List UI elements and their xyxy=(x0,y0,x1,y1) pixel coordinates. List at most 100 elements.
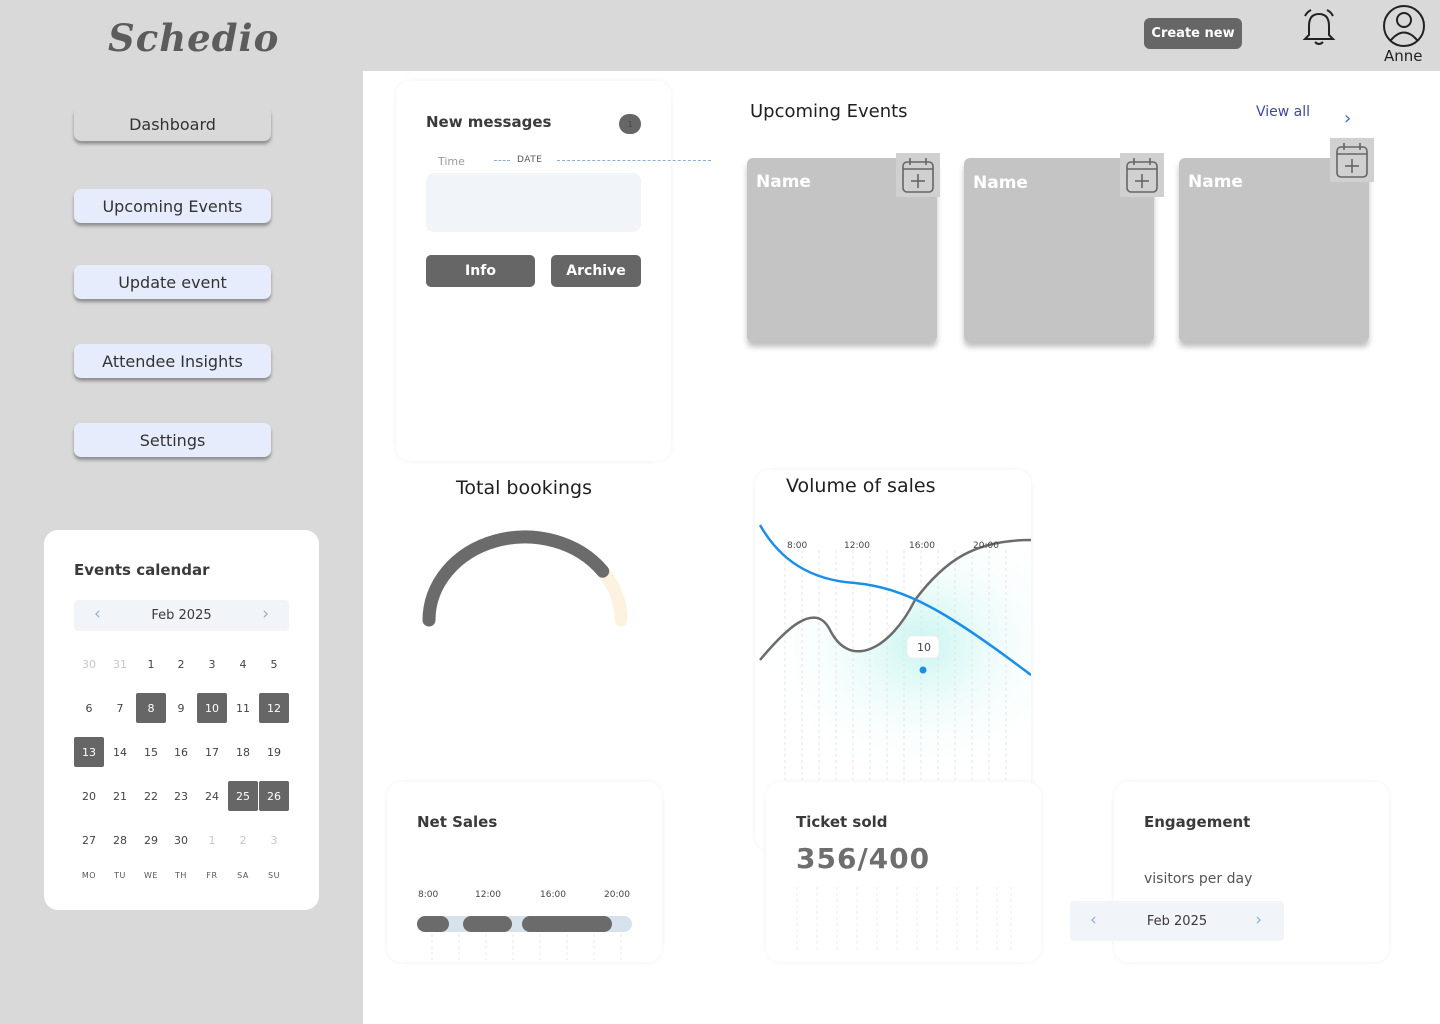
user-avatar-icon[interactable] xyxy=(1381,3,1427,49)
calendar-day[interactable]: 17 xyxy=(197,737,227,767)
divider xyxy=(494,160,510,161)
chart-point xyxy=(919,666,927,674)
engagement-month-switcher: ‹ Feb 2025 › xyxy=(1070,901,1284,941)
gauge-fill xyxy=(422,530,610,627)
info-button[interactable]: Info xyxy=(426,255,535,287)
calendar-day[interactable]: 3 xyxy=(197,649,227,679)
sales-tick-label: 12:00 xyxy=(844,541,870,551)
archive-button[interactable]: Archive xyxy=(551,255,641,287)
calendar-day[interactable]: 27 xyxy=(74,825,104,855)
net-sales-tick-label: 8:00 xyxy=(418,890,439,900)
sales-tick-label: 20:00 xyxy=(973,541,999,551)
calendar-day[interactable]: 2 xyxy=(166,649,196,679)
sales-tick-label: 8:00 xyxy=(787,541,808,551)
add-to-calendar-icon[interactable] xyxy=(1330,138,1374,182)
view-all-link[interactable]: View all xyxy=(1256,104,1310,120)
calendar-day[interactable]: 26 xyxy=(259,781,289,811)
calendar-month-label: Feb 2025 xyxy=(151,608,212,623)
net-sales-title: Net Sales xyxy=(417,813,498,831)
net-sales-bar xyxy=(417,916,449,932)
net-sales-tick-label: 12:00 xyxy=(475,890,501,900)
calendar-day[interactable]: 4 xyxy=(228,649,258,679)
create-new-button[interactable]: Create new xyxy=(1144,18,1242,49)
calendar-day[interactable]: 2 xyxy=(228,825,258,855)
event-name: Name xyxy=(756,172,811,192)
net-sales-bar xyxy=(522,916,612,932)
calendar-day[interactable]: 15 xyxy=(136,737,166,767)
calendar-weekday-label: SA xyxy=(237,871,249,880)
calendar-day[interactable]: 7 xyxy=(105,693,135,723)
calendar-weekday-label: WE xyxy=(144,871,158,880)
chevron-left-icon[interactable]: ‹ xyxy=(1090,910,1097,930)
calendar-weekday-label: TU xyxy=(114,871,126,880)
calendar-day[interactable]: 30 xyxy=(74,649,104,679)
calendar-day[interactable]: 1 xyxy=(197,825,227,855)
net-sales-bar xyxy=(463,916,512,932)
top-bar xyxy=(363,0,1440,71)
calendar-day[interactable]: 10 xyxy=(197,693,227,723)
calendar-day[interactable]: 5 xyxy=(259,649,289,679)
bell-icon[interactable] xyxy=(1299,8,1339,48)
sidebar-item-dashboard[interactable]: Dashboard xyxy=(74,107,271,141)
calendar-day[interactable]: 20 xyxy=(74,781,104,811)
events-calendar-card: Events calendar ‹ Feb 2025 › 30 31 1 2 3 4 5 6 7… xyxy=(44,530,319,910)
message-preview-box[interactable] xyxy=(426,173,641,232)
chevron-left-icon[interactable]: ‹ xyxy=(94,604,101,624)
engagement-month-label: Feb 2025 xyxy=(1146,913,1208,929)
calendar-day[interactable]: 8 xyxy=(136,693,166,723)
calendar-weekday-label: TH xyxy=(175,871,187,880)
calendar-month-switcher: ‹ Feb 2025 › xyxy=(74,600,289,631)
total-bookings-title: Total bookings xyxy=(456,477,593,499)
calendar-weekday-label: SU xyxy=(268,871,280,880)
bookings-gauge xyxy=(422,530,628,627)
sidebar-item-upcoming-events[interactable]: Upcoming Events xyxy=(74,189,271,223)
upcoming-events-title: Upcoming Events xyxy=(750,101,908,122)
calendar-day[interactable]: 18 xyxy=(228,737,258,767)
calendar-day[interactable]: 19 xyxy=(259,737,289,767)
event-card[interactable]: Name xyxy=(1179,158,1369,342)
ticket-sold-card: Ticket sold 356/400 xyxy=(766,782,1041,962)
message-count-badge: 1 xyxy=(619,114,641,134)
add-to-calendar-icon[interactable] xyxy=(1120,153,1164,197)
calendar-day[interactable]: 30 xyxy=(166,825,196,855)
calendar-day[interactable]: 25 xyxy=(228,781,258,811)
engagement-title: Engagement xyxy=(1144,813,1251,831)
calendar-weekday-label: FR xyxy=(206,871,218,880)
add-to-calendar-icon[interactable] xyxy=(896,153,940,197)
chevron-right-icon[interactable]: › xyxy=(1344,108,1351,129)
ticket-sold-value: 356/400 xyxy=(796,842,931,875)
calendar-day[interactable]: 1 xyxy=(136,649,166,679)
calendar-day[interactable]: 24 xyxy=(197,781,227,811)
sidebar-item-settings[interactable]: Settings xyxy=(74,423,271,457)
events-calendar-title: Events calendar xyxy=(74,561,210,579)
calendar-day[interactable]: 28 xyxy=(105,825,135,855)
divider xyxy=(557,160,711,161)
calendar-day[interactable]: 3 xyxy=(259,825,289,855)
sales-tooltip-value: 10 xyxy=(917,641,931,654)
calendar-day[interactable]: 23 xyxy=(166,781,196,811)
calendar-day[interactable]: 13 xyxy=(74,737,104,767)
calendar-day[interactable]: 12 xyxy=(259,693,289,723)
calendar-day[interactable]: 29 xyxy=(136,825,166,855)
calendar-day[interactable]: 14 xyxy=(105,737,135,767)
calendar-day[interactable]: 9 xyxy=(166,693,196,723)
sidebar-item-attendee-insights[interactable]: Attendee Insights xyxy=(74,344,271,378)
sidebar: Schedio Dashboard Upcoming Events Update… xyxy=(0,0,363,1024)
calendar-day[interactable]: 6 xyxy=(74,693,104,723)
calendar-weekday-label: MO xyxy=(81,871,97,880)
event-name: Name xyxy=(973,173,1028,193)
calendar-day[interactable]: 16 xyxy=(166,737,196,767)
chevron-right-icon[interactable]: › xyxy=(1255,910,1262,930)
net-sales-bars xyxy=(417,916,632,960)
message-date-label: DATE xyxy=(517,155,543,165)
calendar-day[interactable]: 21 xyxy=(105,781,135,811)
calendar-day[interactable]: 11 xyxy=(228,693,258,723)
calendar-day[interactable]: 22 xyxy=(136,781,166,811)
sidebar-item-update-event[interactable]: Update event xyxy=(74,265,271,299)
calendar-day[interactable]: 31 xyxy=(105,649,135,679)
new-messages-card: New messages 1 Time DATE Info Archive xyxy=(396,81,711,461)
chevron-right-icon[interactable]: › xyxy=(262,604,269,624)
app-logo: Schedio xyxy=(108,16,280,60)
engagement-subtitle: visitors per day xyxy=(1144,871,1253,887)
message-time-label: Time xyxy=(438,155,465,168)
